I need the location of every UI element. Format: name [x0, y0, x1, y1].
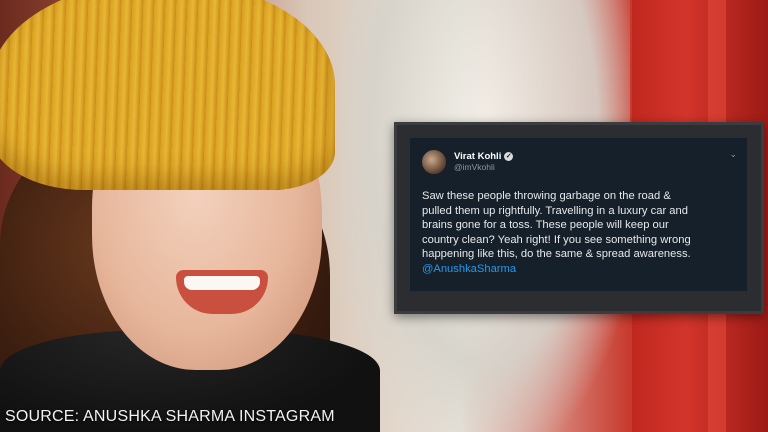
tweet-author-name[interactable]: Virat Kohli [454, 151, 501, 162]
tweet-card: Virat Kohli ✓ @imVkohli ⌄ Saw these peop… [410, 138, 747, 291]
tweet-name-row: Virat Kohli ✓ [454, 151, 514, 162]
author-avatar[interactable] [422, 150, 446, 174]
photo-scene: Virat Kohli ✓ @imVkohli ⌄ Saw these peop… [0, 0, 768, 432]
source-caption: SOURCE: ANUSHKA SHARMA INSTAGRAM [5, 408, 335, 425]
tweet-author-block: Virat Kohli ✓ @imVkohli [454, 151, 514, 173]
tweet-text: Saw these people throwing garbage on the… [422, 190, 691, 261]
yellow-beanie [0, 0, 335, 190]
teeth [184, 276, 260, 290]
tweet-mention-link[interactable]: @AnushkaSharma [422, 262, 737, 277]
tweet-author-handle[interactable]: @imVkohli [454, 162, 513, 173]
verified-check-icon: ✓ [504, 152, 514, 161]
tweet-header: Virat Kohli ✓ @imVkohli ⌄ [422, 147, 737, 177]
chevron-down-icon[interactable]: ⌄ [729, 149, 737, 160]
